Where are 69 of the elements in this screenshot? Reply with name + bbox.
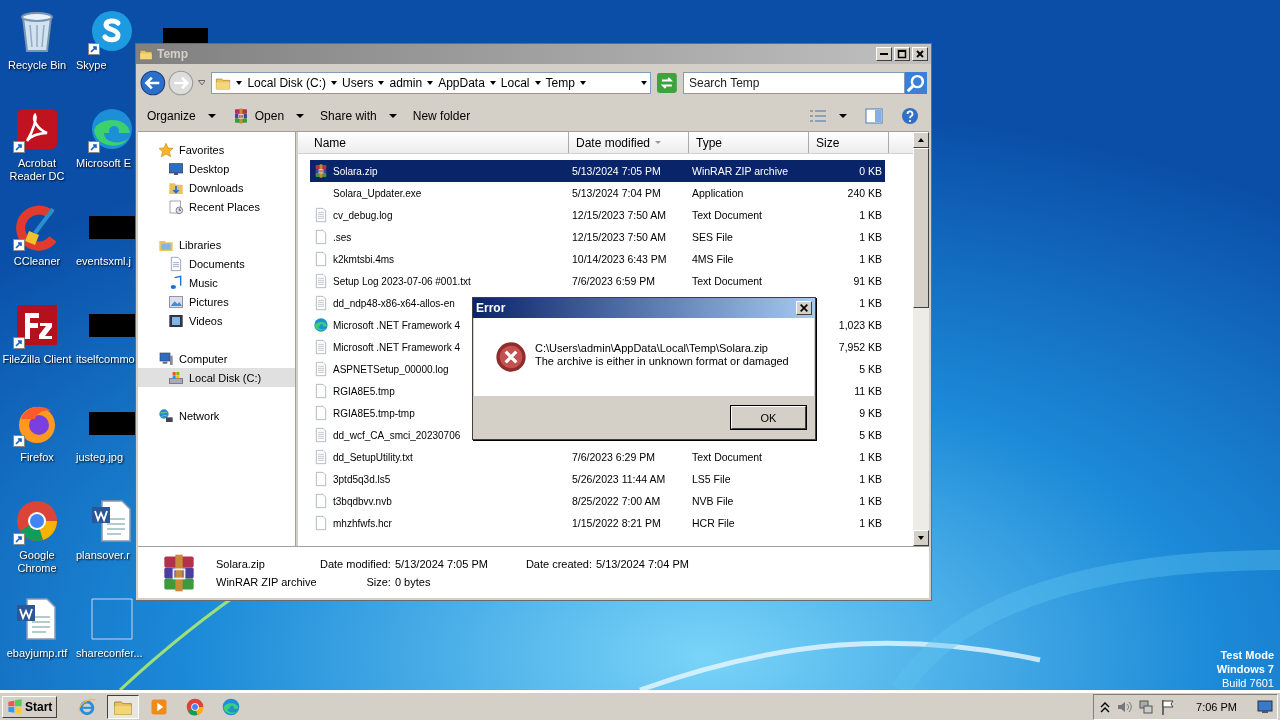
file-size: 1 KB [859, 451, 882, 463]
file-name: Solara_Updater.exe [333, 187, 422, 199]
os-notice-text: Windows 7 [1216, 662, 1274, 676]
file-type: Text Document [692, 209, 763, 221]
file-date: 5/13/2024 7:05 PM [572, 165, 661, 177]
file-size: 9 KB [859, 407, 882, 419]
file-date: 7/6/2023 6:29 PM [572, 451, 655, 463]
file-type: HCR File [692, 517, 735, 529]
file-type: 4MS File [692, 253, 734, 265]
file-type: Text Document [692, 275, 763, 287]
file-name: RGIA8E5.tmp-tmp [333, 407, 415, 419]
file-date: 12/15/2023 7:50 AM [572, 209, 666, 221]
file-name: Solara.zip [333, 165, 378, 177]
file-name: 3ptd5q3d.ls5 [333, 473, 391, 485]
details-label: Date created: [525, 557, 592, 570]
file-type: NVB File [692, 495, 734, 507]
file-type: WinRAR ZIP archive [692, 165, 789, 177]
window-title: Temp [157, 47, 189, 61]
os-notice-text: Build 7601 [1222, 676, 1274, 690]
file-size: 5 KB [859, 429, 882, 441]
details-file-name: Solara.zip [216, 557, 266, 570]
file-name: ASPNETSetup_00000.log [333, 363, 449, 375]
file-size: 1 KB [859, 253, 882, 265]
details-value: 5/13/2024 7:04 PM [595, 557, 689, 570]
file-size: 1 KB [859, 473, 882, 485]
file-name: cv_debug.log [333, 209, 393, 221]
file-date: 7/6/2023 6:59 PM [572, 275, 655, 287]
file-size: 1 KB [859, 231, 882, 243]
file-name: k2kmtsbi.4ms [333, 253, 395, 265]
file-type: Text Document [692, 451, 763, 463]
file-name: Setup Log 2023-07-06 #001.txt [333, 275, 471, 287]
file-size: 0 KB [859, 165, 882, 177]
file-name: Microsoft .NET Framework 4 [333, 341, 461, 353]
file-name: mhzhfwfs.hcr [333, 517, 392, 529]
file-name: dd_SetupUtility.txt [333, 451, 413, 463]
file-name: RGIA8E5.tmp [333, 385, 395, 397]
file-size: 1 KB [859, 517, 882, 529]
file-size: 1 KB [859, 209, 882, 221]
file-size: 1 KB [859, 495, 882, 507]
file-name: .ses [333, 231, 352, 243]
file-date: 12/15/2023 7:50 AM [572, 231, 666, 243]
file-size: 240 KB [847, 187, 882, 199]
details-label: Date modified: [320, 557, 391, 570]
os-notice-text: Test Mode [1220, 648, 1274, 662]
dialog-message: The archive is either in unknown format or damaged [535, 355, 789, 368]
file-type: SES File [692, 231, 733, 243]
file-name: dd_wcf_CA_smci_20230706 [333, 429, 461, 441]
file-date: 1/15/2022 8:21 PM [572, 517, 661, 529]
file-size: 1 KB [859, 297, 882, 309]
file-size: 5 KB [859, 363, 882, 375]
file-date: 5/13/2024 7:04 PM [572, 187, 661, 199]
file-name: t3bqdbvv.nvb [333, 495, 392, 507]
file-type: LS5 File [692, 473, 731, 485]
file-size: 11 KB [854, 385, 882, 397]
file-name: Microsoft .NET Framework 4 [333, 319, 461, 331]
details-value: 0 bytes [394, 575, 432, 588]
details-file-type: WinRAR ZIP archive [216, 575, 316, 588]
details-label: Size: [366, 575, 391, 588]
details-value: 5/13/2024 7:05 PM [394, 557, 488, 570]
file-date: 8/25/2022 7:00 AM [572, 495, 661, 507]
file-size: 7,952 KB [838, 341, 882, 353]
file-size: 91 KB [853, 275, 882, 287]
file-date: 10/14/2023 6:43 PM [572, 253, 667, 265]
file-name: dd_ndp48-x86-x64-allos-en [333, 297, 455, 309]
dialog-title: Error [476, 301, 506, 315]
file-date: 5/26/2023 11:44 AM [572, 473, 666, 485]
file-size: 1,023 KB [838, 319, 882, 331]
file-type: Application [692, 187, 744, 199]
dialog-message: C:\Users\admin\AppData\Local\Temp\Solara.zip [535, 342, 769, 355]
